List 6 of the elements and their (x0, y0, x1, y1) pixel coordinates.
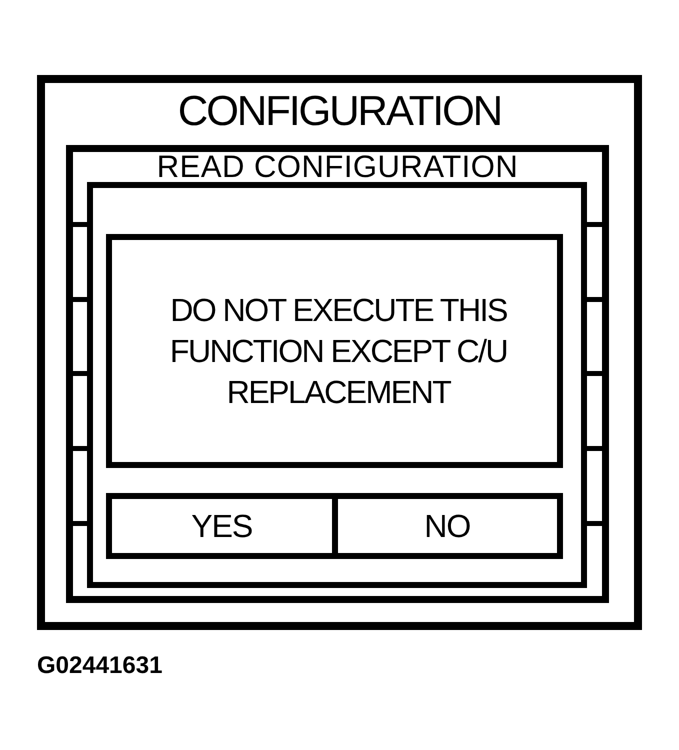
dialog-button[interactable]: YES (106, 493, 338, 559)
screen-title: CONFIGURATION (178, 90, 502, 132)
dialog-button[interactable]: NO (338, 493, 563, 559)
figure-code: G02441631 (37, 654, 162, 678)
menu-item-label: READ CONFIGURATION (156, 154, 518, 180)
warning-message: DO NOT EXECUTE THIS FUNCTION EXCEPT C/U REPLACEMENT (170, 290, 508, 412)
